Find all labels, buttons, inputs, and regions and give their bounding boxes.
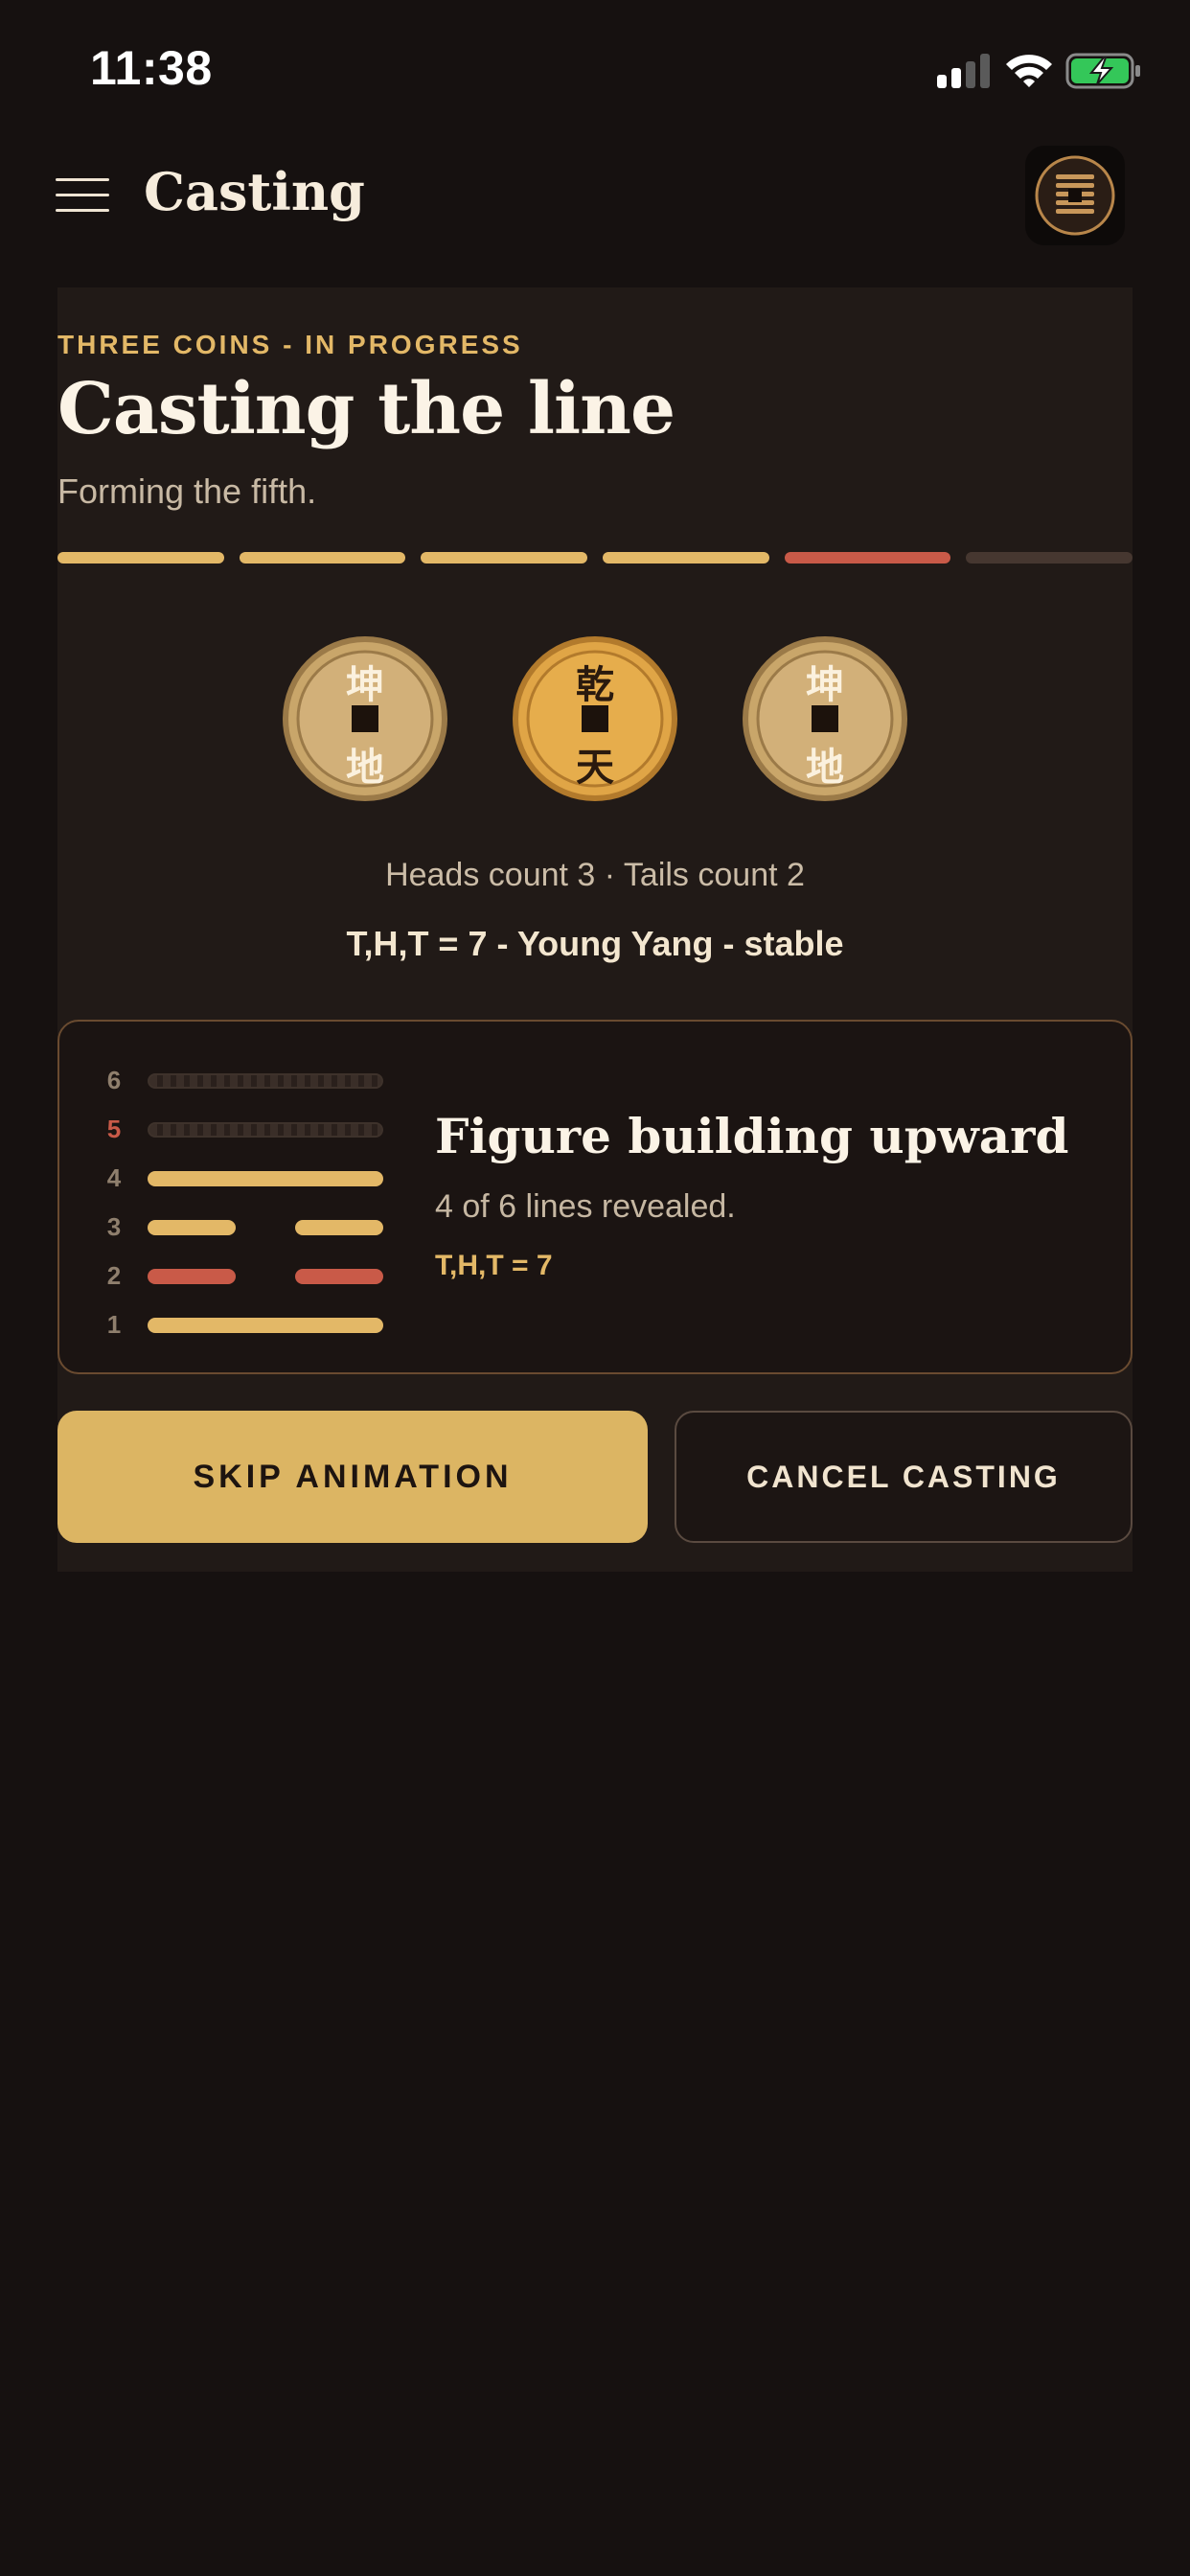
cellular-signal-icon: [937, 54, 990, 88]
hexagram-line-row: 6: [59, 1066, 443, 1094]
hexagram-logo-icon: [1035, 155, 1115, 236]
heads-tails-count: Heads count 3 · Tails count 2: [385, 857, 805, 893]
hexagram-line-row: 1: [59, 1310, 443, 1339]
line-progress-bar: [57, 552, 1133, 564]
coin-bottom-character: 天: [576, 746, 614, 790]
line-number: 6: [106, 1066, 122, 1094]
coin-top-character: 坤: [806, 663, 844, 707]
coin-top-character: 坤: [346, 663, 384, 707]
line-number: 1: [106, 1310, 122, 1339]
casting-title: Casting the line: [57, 368, 675, 450]
line-bar: [148, 1269, 236, 1284]
hexagram-line-row: 2: [59, 1261, 443, 1290]
casting-card: THREE COINS - IN PROGRESS Casting the li…: [57, 288, 1133, 1572]
line-bar: [148, 1220, 236, 1235]
progress-segment: [784, 552, 951, 564]
figure-formula: T,H,T = 7: [435, 1250, 553, 1281]
coins-row: 坤地乾天坤地: [57, 634, 1133, 807]
hexagram-line-row: 3: [59, 1212, 443, 1241]
coin-top-character: 乾: [576, 663, 614, 707]
casting-subtitle: Forming the fifth.: [57, 472, 317, 511]
wifi-icon: [1006, 55, 1052, 87]
progress-segment: [421, 552, 587, 564]
figure-title: Figure building upward: [435, 1108, 1069, 1164]
line-bar: [148, 1122, 383, 1138]
line-number: 3: [106, 1212, 122, 1241]
status-time: 11:38: [90, 41, 213, 95]
progress-segment: [239, 552, 406, 564]
line-bar: [295, 1220, 383, 1235]
line-result: T,H,T = 7 - Young Yang - stable: [346, 924, 844, 963]
status-bar: 11:38: [0, 0, 1190, 144]
line-bar: [148, 1073, 383, 1089]
line-bar: [148, 1318, 383, 1333]
hamburger-menu-icon[interactable]: [56, 178, 109, 213]
coin-bottom-character: 地: [346, 746, 384, 790]
menu-line: [56, 209, 109, 212]
progress-segment: [57, 552, 224, 564]
progress-segment: [603, 552, 769, 564]
battery-charging-icon: [1065, 53, 1140, 89]
line-bar: [295, 1269, 383, 1284]
line-bar: [148, 1171, 383, 1186]
coin-bottom-character: 地: [806, 746, 844, 790]
app-logo[interactable]: [1025, 146, 1125, 245]
line-number: 4: [106, 1163, 122, 1192]
menu-line: [56, 178, 109, 181]
screen-title: Casting: [144, 161, 365, 222]
cancel-casting-button[interactable]: CANCEL CASTING: [675, 1411, 1133, 1543]
method-status-label: THREE COINS - IN PROGRESS: [57, 330, 523, 359]
progress-segment: [966, 552, 1133, 564]
hexagram-line-row: 4: [59, 1163, 443, 1192]
figure-subtitle: 4 of 6 lines revealed.: [435, 1188, 736, 1225]
coin: 乾天: [511, 634, 679, 803]
hexagram-line-row: 5: [59, 1115, 443, 1143]
skip-animation-button[interactable]: SKIP ANIMATION: [57, 1411, 648, 1543]
coin: 坤地: [281, 634, 449, 803]
figure-panel: 6 5 4 3 2 1 Figure building upward 4 of 6 lin…: [57, 1020, 1133, 1374]
line-number: 2: [106, 1261, 122, 1290]
line-number: 5: [106, 1115, 122, 1143]
coin: 坤地: [741, 634, 909, 803]
menu-line: [56, 194, 109, 196]
